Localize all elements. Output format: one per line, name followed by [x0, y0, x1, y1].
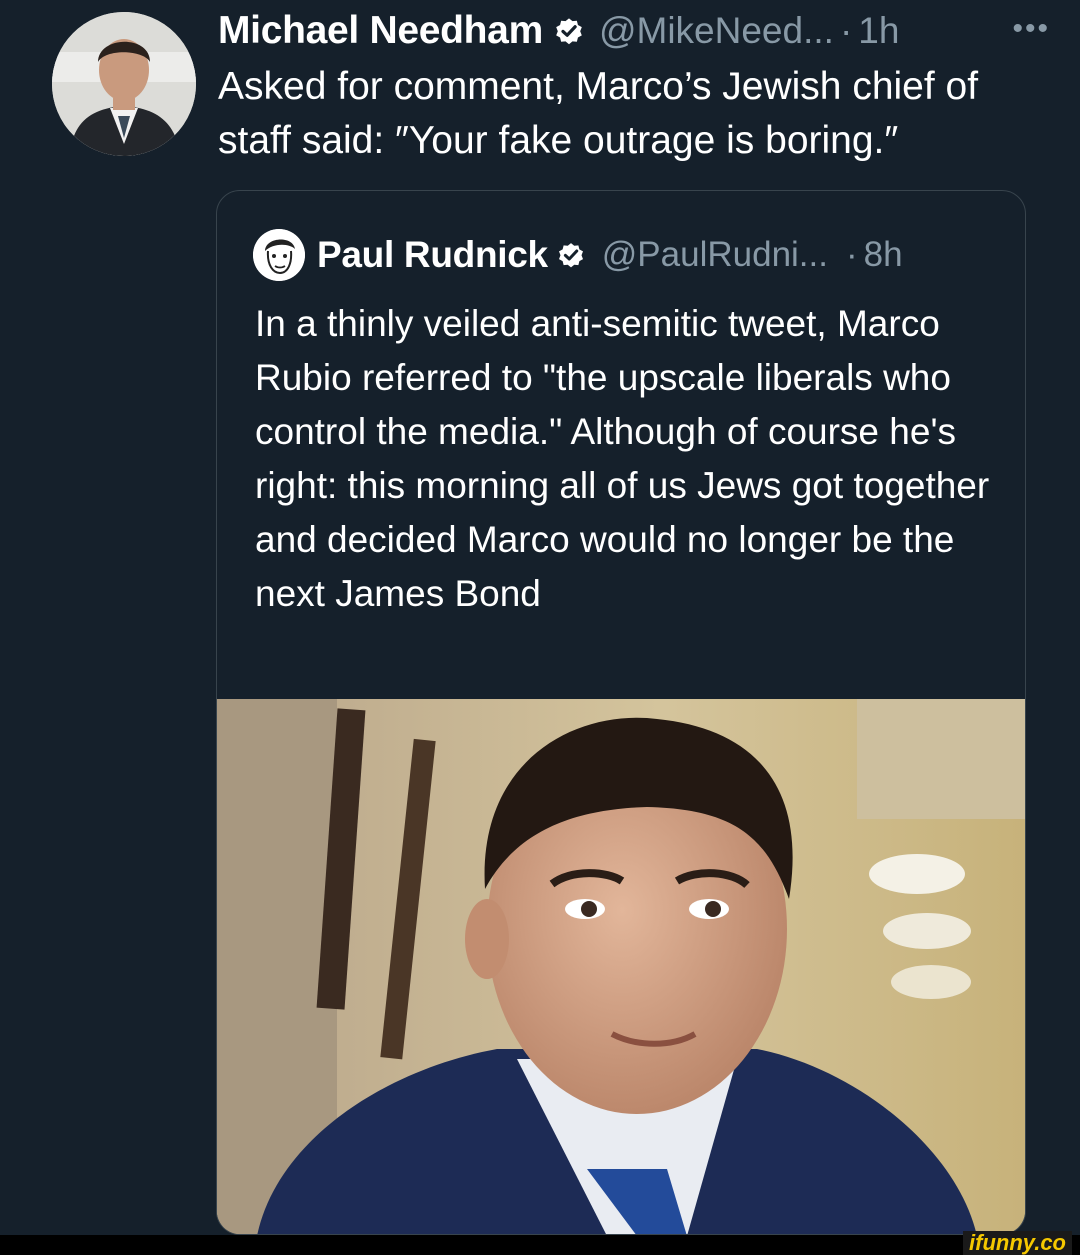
- tweet-text: Asked for comment, Marco’s Jewish chief …: [218, 65, 979, 162]
- verified-badge-icon: [556, 240, 586, 270]
- quoted-tweet-text: In a thinly veiled anti-semitic tweet, M…: [255, 303, 990, 614]
- quoted-author-name[interactable]: Paul Rudnick: [317, 234, 548, 276]
- watermark-logo: ifunny.co: [963, 1231, 1072, 1255]
- quoted-author-handle[interactable]: @PaulRudni...: [602, 235, 828, 275]
- verified-badge-icon: [553, 15, 585, 47]
- quoted-tweet-photo[interactable]: [217, 699, 1025, 1234]
- tweet-timestamp[interactable]: 1h: [858, 10, 899, 52]
- quoted-avatar-drawing: [253, 229, 305, 281]
- author-avatar[interactable]: [52, 12, 196, 156]
- quoted-tweet-header: Paul Rudnick @PaulRudni... · 8h: [253, 227, 903, 283]
- photo-portrait: [217, 699, 1025, 1234]
- quoted-author-avatar[interactable]: [253, 229, 305, 281]
- author-handle[interactable]: @MikeNeed...: [599, 10, 834, 52]
- footer-bar: [0, 1235, 1080, 1255]
- author-name[interactable]: Michael Needham: [218, 9, 543, 53]
- separator-dot: ·: [845, 235, 858, 274]
- separator-dot: ·: [839, 10, 853, 51]
- author-avatar-image: [52, 12, 196, 156]
- more-dots-icon[interactable]: •••: [1012, 12, 1050, 46]
- tweet-header: Michael Needham @MikeNeed... · 1h •••: [218, 6, 1050, 56]
- quoted-tweet-timestamp[interactable]: 8h: [864, 235, 903, 275]
- quoted-tweet-card[interactable]: Paul Rudnick @PaulRudni... · 8h In a thi…: [216, 190, 1026, 1235]
